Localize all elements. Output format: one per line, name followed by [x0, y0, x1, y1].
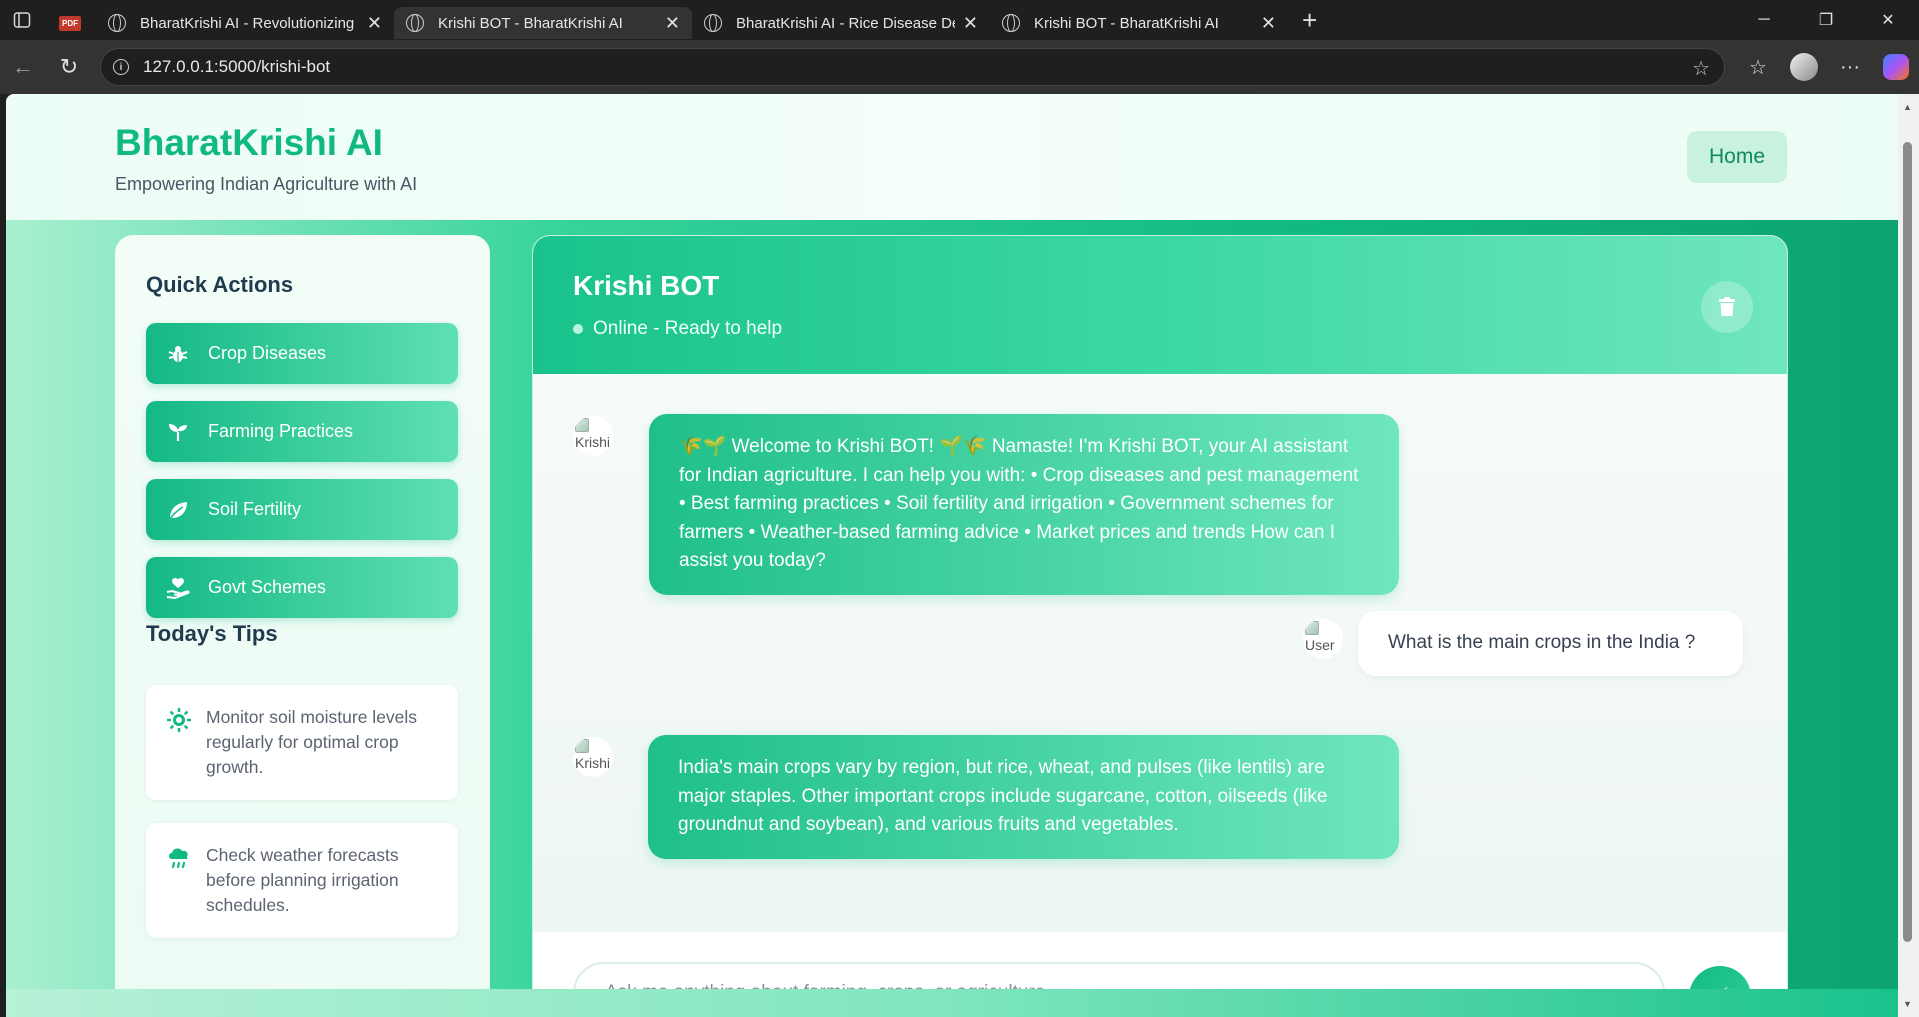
broken-image-icon — [1305, 621, 1319, 635]
user-message: What is the main crops in the India ? — [1358, 611, 1743, 676]
copilot-icon[interactable] — [1883, 54, 1909, 80]
close-window-icon[interactable]: ✕ — [1857, 0, 1919, 40]
page-scrollbar[interactable]: ▲ ▼ — [1898, 94, 1919, 1017]
tip-text: Monitor soil moisture levels regularly f… — [206, 707, 418, 777]
status-text: Online - Ready to help — [593, 318, 783, 339]
browser-tab-1[interactable]: BharatKrishi AI - Revolutionizing I ✕ — [96, 7, 394, 39]
address-bar-row: ← ↻ i 127.0.0.1:5000/krishi-bot ☆ ☆ ··· — [0, 40, 1919, 94]
more-options-icon[interactable]: ··· — [1827, 56, 1873, 79]
chat-header: Krishi BOT Online - Ready to help — [533, 236, 1787, 374]
window-controls: ─ ❐ ✕ — [1733, 0, 1919, 40]
avatar-alt-text: Krishi — [575, 755, 611, 771]
bot-avatar: Krishi — [573, 416, 613, 456]
message-list: Krishi 🌾🌱 Welcome to Krishi BOT! 🌱🌾 Nama… — [533, 374, 1787, 932]
todays-tips-title: Today's Tips — [146, 621, 278, 646]
broken-image-icon — [575, 739, 589, 753]
site-header: BharatKrishi AI Empowering Indian Agricu… — [6, 94, 1898, 220]
minimize-icon[interactable]: ─ — [1733, 0, 1795, 40]
cloud-rain-icon — [166, 845, 192, 871]
hand-holding-heart-icon — [166, 576, 190, 600]
sun-icon — [166, 707, 192, 733]
quick-action-label: Govt Schemes — [208, 577, 327, 597]
restore-icon[interactable]: ❐ — [1795, 0, 1857, 40]
quick-actions-title: Quick Actions — [146, 272, 294, 297]
reload-icon[interactable]: ↻ — [46, 47, 92, 87]
close-tab-icon[interactable]: ✕ — [1261, 13, 1276, 34]
broken-image-icon — [575, 418, 589, 432]
scroll-up-icon[interactable]: ▲ — [1903, 102, 1912, 112]
url-text: 127.0.0.1:5000/krishi-bot — [143, 57, 331, 76]
favorites-icon[interactable]: ☆ — [1735, 55, 1781, 80]
browser-tab-bar: PDF BharatKrishi AI - Revolutionizing I … — [0, 0, 1919, 40]
globe-icon — [1002, 14, 1020, 32]
pdf-icon: PDF — [59, 15, 81, 31]
user-avatar: User — [1303, 619, 1343, 659]
url-field[interactable]: i 127.0.0.1:5000/krishi-bot ☆ — [100, 48, 1725, 86]
page-footer-strip — [6, 989, 1898, 1017]
leaf-icon — [166, 498, 190, 522]
new-tab-icon[interactable]: + — [1302, 5, 1317, 36]
globe-icon — [704, 14, 722, 32]
brand-logo[interactable]: BharatKrishi AI — [115, 122, 383, 164]
online-dot-icon — [573, 324, 583, 334]
page-viewport: BharatKrishi AI Empowering Indian Agricu… — [6, 94, 1898, 1017]
bug-icon — [166, 342, 190, 366]
scroll-down-icon[interactable]: ▼ — [1903, 999, 1912, 1009]
chat-title: Krishi BOT — [573, 270, 720, 301]
browser-tab-2[interactable]: Krishi BOT - BharatKrishi AI ✕ — [394, 7, 692, 39]
trash-icon — [1719, 297, 1735, 316]
status-indicator: Online - Ready to help — [573, 318, 782, 340]
bot-message: 🌾🌱 Welcome to Krishi BOT! 🌱🌾 Namaste! I'… — [649, 414, 1399, 595]
sidebar-toggle-icon[interactable] — [0, 0, 44, 40]
bot-avatar: Krishi — [573, 737, 613, 777]
favorite-star-icon[interactable]: ☆ — [1692, 56, 1710, 81]
info-icon[interactable]: i — [113, 59, 129, 75]
back-icon[interactable]: ← — [0, 47, 46, 87]
tip-card: Monitor soil moisture levels regularly f… — [146, 685, 458, 800]
close-tab-icon[interactable]: ✕ — [367, 13, 382, 34]
quick-action-label: Crop Diseases — [208, 343, 327, 363]
tagline: Empowering Indian Agriculture with AI — [115, 174, 418, 194]
seedling-icon — [166, 420, 190, 444]
sidebar: Quick Actions Crop Diseases Farming Prac… — [115, 235, 490, 1017]
quick-action-label: Soil Fertility — [208, 499, 302, 519]
quick-action-label: Farming Practices — [208, 421, 354, 441]
quick-action-govt-schemes[interactable]: Govt Schemes — [146, 557, 458, 618]
chat-panel: Krishi BOT Online - Ready to help Krishi… — [532, 235, 1788, 1017]
close-tab-icon[interactable]: ✕ — [665, 13, 680, 34]
pdf-tab[interactable]: PDF — [44, 7, 96, 39]
tab-title: BharatKrishi AI - Revolutionizing I — [140, 14, 359, 32]
clear-chat-button[interactable] — [1701, 281, 1753, 333]
tab-title: Krishi BOT - BharatKrishi AI — [1034, 14, 1219, 32]
tab-title: Krishi BOT - BharatKrishi AI — [438, 14, 623, 32]
quick-action-soil-fertility[interactable]: Soil Fertility — [146, 479, 458, 540]
tip-text: Check weather forecasts before planning … — [206, 845, 399, 915]
globe-icon — [406, 14, 424, 32]
home-button[interactable]: Home — [1687, 131, 1787, 183]
browser-tab-3[interactable]: BharatKrishi AI - Rice Disease Det ✕ — [692, 7, 990, 39]
avatar-alt-text: User — [1305, 637, 1335, 653]
profile-avatar[interactable] — [1790, 53, 1818, 81]
bot-message: India's main crops vary by region, but r… — [648, 735, 1399, 859]
tip-card: Check weather forecasts before planning … — [146, 823, 458, 938]
browser-toolbar-right: ☆ ··· — [1735, 40, 1919, 94]
quick-action-farming-practices[interactable]: Farming Practices — [146, 401, 458, 462]
browser-tab-4[interactable]: Krishi BOT - BharatKrishi AI ✕ — [990, 7, 1288, 39]
close-tab-icon[interactable]: ✕ — [963, 13, 978, 34]
globe-icon — [108, 14, 126, 32]
avatar-alt-text: Krishi — [575, 434, 611, 450]
quick-action-crop-diseases[interactable]: Crop Diseases — [146, 323, 458, 384]
scrollbar-thumb[interactable] — [1903, 142, 1912, 942]
tab-title: BharatKrishi AI - Rice Disease Det — [736, 14, 955, 32]
